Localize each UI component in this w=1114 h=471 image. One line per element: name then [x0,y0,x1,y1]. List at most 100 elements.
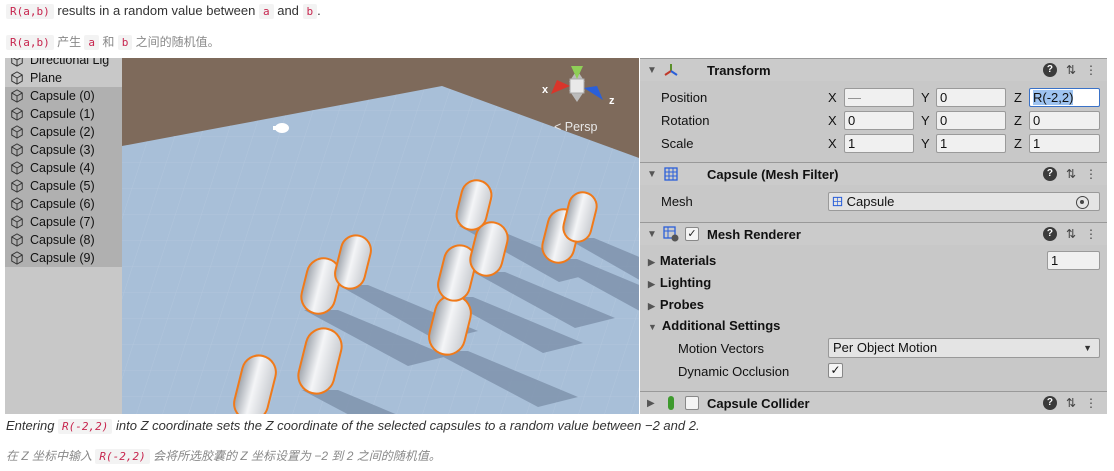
code-snippet: a [84,35,100,50]
doc-line-cn: R(a,b) 产生 a 和 b 之间的随机值。 [6,33,220,50]
component-title: Capsule (Mesh Filter) [707,166,839,182]
fold-arrow-icon[interactable]: ▼ [647,229,657,240]
gameobject-cube-icon [11,197,23,211]
gameobject-cube-icon [11,179,23,193]
presets-icon[interactable]: ⇅ [1066,227,1076,241]
fold-arrow-icon: ▶ [648,257,655,267]
hierarchy-item[interactable]: Capsule (4) [5,159,122,177]
presets-icon[interactable]: ⇅ [1066,396,1076,410]
hierarchy-item[interactable]: Capsule (1) [5,105,122,123]
hierarchy-item-label: Capsule (0) [30,89,95,103]
hierarchy-item[interactable]: Capsule (9) [5,249,122,267]
mesh-renderer-icon [663,226,679,242]
rotation-z-field[interactable]: 0 [1029,111,1100,130]
axis-x-label[interactable]: X [828,113,837,128]
doc-text: 之间的随机值。 [132,35,220,49]
scale-y-field[interactable]: 1 [936,134,1006,153]
fold-arrow-icon: ▶ [648,279,655,289]
hierarchy-item[interactable]: Capsule (3) [5,141,122,159]
gameobject-cube-icon [11,251,23,265]
scene-view[interactable]: x z < Persp [122,58,639,414]
chevron-down-icon: ▼ [1083,343,1092,353]
menu-icon[interactable]: ⋮ [1085,167,1097,181]
rotation-y-field[interactable]: 0 [936,111,1006,130]
hierarchy-item[interactable]: Capsule (7) [5,213,122,231]
dynamic-occlusion-checkbox[interactable]: ✓ [828,363,843,378]
presets-icon[interactable]: ⇅ [1066,63,1076,77]
axis-y-label[interactable]: Y [921,90,930,105]
capsule-collider-icon [668,396,674,410]
lighting-foldout[interactable]: ▶ Lighting [648,275,711,290]
hierarchy-item-label: Plane [30,71,62,85]
transform-icon [664,64,678,76]
hierarchy-item[interactable]: Capsule (6) [5,195,122,213]
position-y-field[interactable]: 0 [936,88,1006,107]
axis-x-label[interactable]: X [828,136,837,151]
position-z-field[interactable]: R(-2,2) [1029,88,1100,107]
object-picker-icon[interactable] [1076,196,1089,209]
component-title: Capsule Collider [707,395,810,411]
gizmo-x-label: x [542,84,549,96]
help-icon[interactable]: ? [1042,396,1057,410]
gameobject-cube-icon [11,161,23,175]
hierarchy-item[interactable]: Plane [5,69,122,87]
mesh-renderer-header[interactable]: ▼ ✓ Mesh Renderer ? ⇅ ⋮ [640,222,1107,245]
component-title: Mesh Renderer [707,226,801,242]
position-x-field[interactable]: — [844,88,914,107]
code-snippet: R(-2,2) [95,449,150,464]
menu-icon[interactable]: ⋮ [1085,227,1097,241]
hierarchy-item-label: Capsule (7) [30,215,95,229]
caption-en: Entering R(-2,2) into Z coordinate sets … [6,418,700,434]
help-icon[interactable]: ? [1042,227,1057,241]
axis-z-label[interactable]: Z [1014,90,1022,105]
mesh-filter-header[interactable]: ▼ Capsule (Mesh Filter) ? ⇅ ⋮ [640,162,1107,185]
gameobject-cube-icon [11,89,23,103]
fold-arrow-icon[interactable]: ▼ [647,65,657,76]
hierarchy-item[interactable]: Capsule (8) [5,231,122,249]
hierarchy-item-label: Capsule (4) [30,161,95,175]
mesh-object-field[interactable]: Capsule [828,192,1100,211]
rotation-x-field[interactable]: 0 [844,111,914,130]
gameobject-cube-icon [11,215,23,229]
axis-z-label[interactable]: Z [1014,113,1022,128]
doc-text: and [273,3,303,18]
mesh-value: Capsule [846,194,895,209]
fold-arrow-icon[interactable]: ▼ [647,169,657,180]
mesh-renderer-enabled-checkbox[interactable]: ✓ [685,227,699,241]
projection-toggle[interactable]: < Persp [554,120,597,134]
menu-icon[interactable]: ⋮ [1085,63,1097,77]
axis-x-label[interactable]: X [828,90,837,105]
scale-x-field[interactable]: 1 [844,134,914,153]
hierarchy-item[interactable]: Directional Lig [5,58,122,69]
help-icon[interactable]: ? [1042,63,1057,77]
code-snippet: R(-2,2) [58,419,113,434]
transform-header[interactable]: ▼ Transform ? ⇅ ⋮ [640,58,1107,81]
doc-text: 产生 [53,35,85,49]
hierarchy-item[interactable]: Capsule (0) [5,87,122,105]
axis-y-label[interactable]: Y [921,136,930,151]
capsule-collider-enabled-checkbox[interactable] [685,396,699,410]
fold-arrow-icon[interactable]: ▶ [647,398,655,409]
presets-icon[interactable]: ⇅ [1066,167,1076,181]
gameobject-cube-icon [11,125,23,139]
hierarchy-item[interactable]: Capsule (5) [5,177,122,195]
capsule-collider-header[interactable]: ▶ Capsule Collider ? ⇅ ⋮ [640,391,1107,414]
additional-settings-foldout[interactable]: ▼ Additional Settings [648,318,780,333]
scale-z-field[interactable]: 1 [1029,134,1100,153]
position-label: Position [661,90,708,105]
materials-size-field[interactable]: 1 [1047,251,1100,270]
hierarchy-item-label: Capsule (6) [30,197,95,211]
mesh-label: Mesh [661,194,693,209]
motion-vectors-label: Motion Vectors [678,341,764,356]
axis-y-label[interactable]: Y [921,113,930,128]
help-icon[interactable]: ? [1042,167,1057,181]
probes-foldout[interactable]: ▶ Probes [648,297,704,312]
hierarchy-item[interactable]: Capsule (2) [5,123,122,141]
materials-foldout[interactable]: ▶ Materials [648,253,716,268]
hierarchy-panel[interactable]: Directional Lig Plane Capsule (0) Capsule (… [5,58,122,414]
doc-line-en: R(a,b) results in a random value between… [6,3,321,19]
motion-vectors-dropdown[interactable]: Per Object Motion ▼ [828,338,1100,358]
axis-z-label[interactable]: Z [1014,136,1022,151]
mesh-filter-icon [664,167,678,181]
menu-icon[interactable]: ⋮ [1085,396,1097,410]
